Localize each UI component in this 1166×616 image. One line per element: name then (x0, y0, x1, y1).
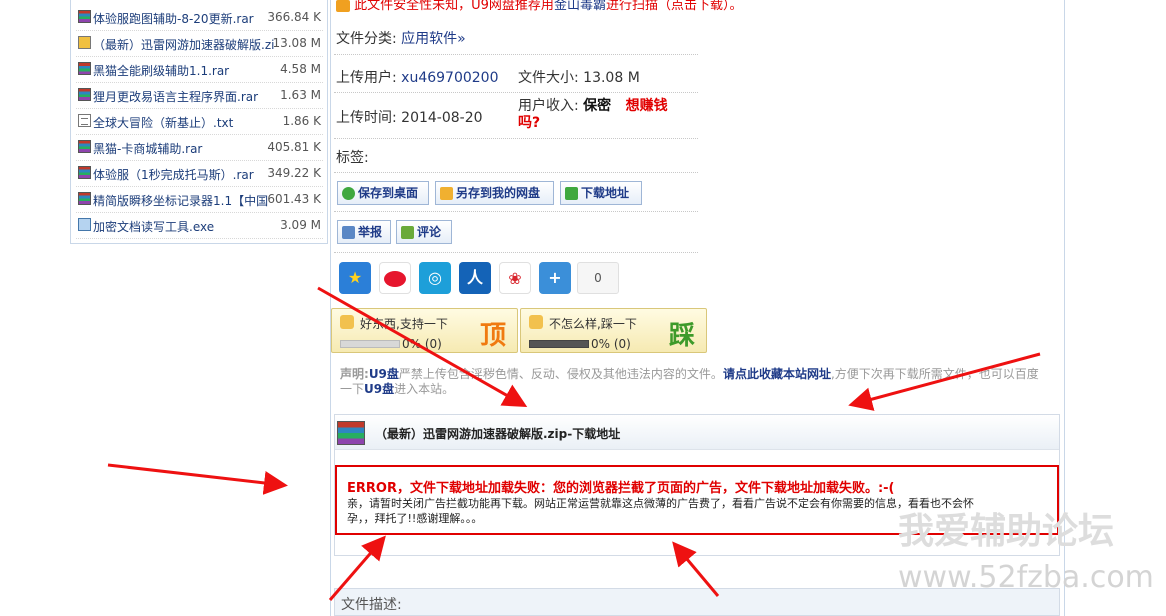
annotation-arrow (107, 463, 288, 495)
annotation-arrow (848, 352, 1041, 411)
watermark-url: www.52fzba.com (898, 560, 1154, 595)
watermark-title: 我爱辅助论坛 (898, 511, 1115, 552)
annotation-arrow (328, 535, 386, 601)
annotation-arrow (672, 541, 720, 597)
annotation-arrow (317, 286, 528, 407)
